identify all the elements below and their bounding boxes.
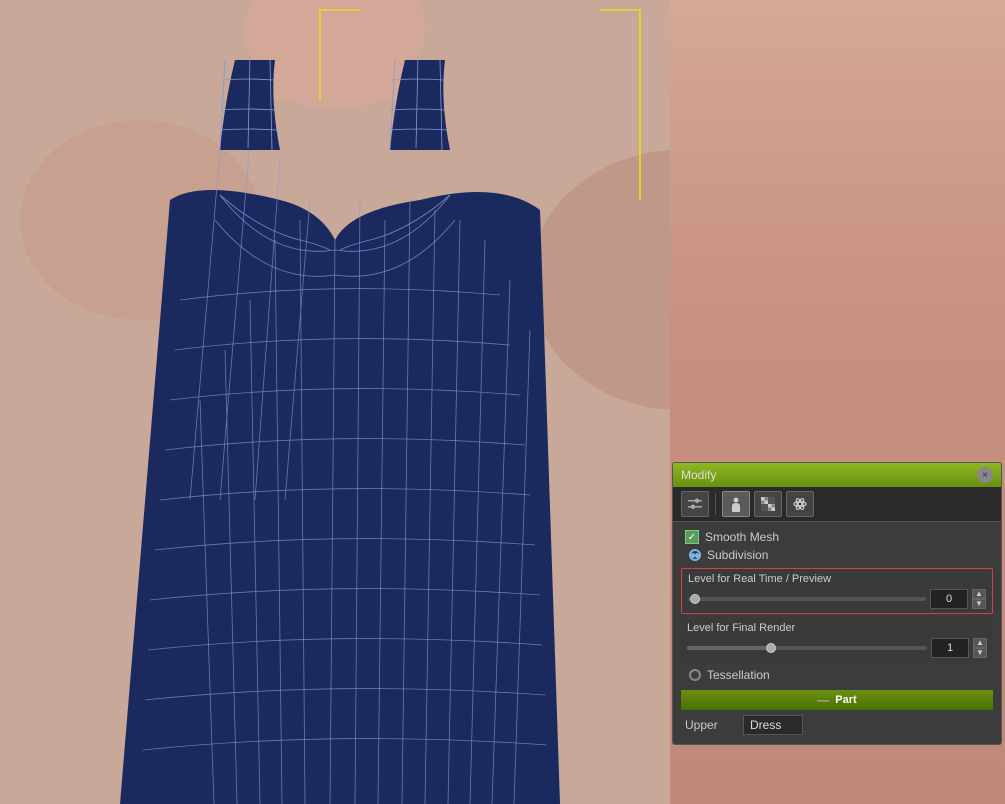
realtime-level-slider-row: 0 ▲ ▼: [688, 589, 986, 609]
toolbar-atom-button[interactable]: [786, 491, 814, 517]
tessellation-radio[interactable]: [689, 669, 701, 681]
final-render-level-value[interactable]: 1: [931, 638, 969, 658]
final-render-level-down[interactable]: ▼: [973, 648, 987, 658]
upper-label: Upper: [685, 718, 735, 732]
upper-value: Dress: [743, 715, 803, 735]
tessellation-label: Tessellation: [707, 668, 770, 682]
toolbar-checkerboard-button[interactable]: [754, 491, 782, 517]
realtime-level-track[interactable]: [688, 597, 926, 601]
smooth-mesh-checkbox[interactable]: ✓: [685, 530, 699, 544]
panel-titlebar: Modify ×: [673, 463, 1001, 487]
toolbar-separator-1: [715, 493, 716, 515]
realtime-level-down[interactable]: ▼: [972, 599, 986, 609]
realtime-level-value[interactable]: 0: [930, 589, 968, 609]
upper-part-row: Upper Dress: [681, 712, 993, 738]
realtime-level-section: Level for Real Time / Preview 0 ▲ ▼: [681, 568, 993, 614]
tessellation-row: Tessellation: [681, 666, 993, 684]
final-render-level-up[interactable]: ▲: [973, 638, 987, 648]
final-render-level-thumb[interactable]: [766, 643, 776, 653]
subdivision-row: Subdivision: [681, 546, 993, 564]
toolbar-adjust-button[interactable]: [681, 491, 709, 517]
final-render-level-slider-row: 1 ▲ ▼: [687, 638, 987, 658]
realtime-level-up[interactable]: ▲: [972, 589, 986, 599]
final-render-level-track[interactable]: [687, 646, 927, 650]
panel-title: Modify: [681, 468, 716, 482]
modify-panel: Modify ×: [672, 462, 1002, 745]
realtime-level-label: Level for Real Time / Preview: [688, 573, 986, 585]
realtime-level-thumb[interactable]: [690, 594, 700, 604]
smooth-mesh-row: ✓ Smooth Mesh: [681, 528, 993, 546]
part-section-divider: — Part: [681, 690, 993, 710]
final-render-level-section: Level for Final Render 1 ▲ ▼: [681, 618, 993, 662]
final-render-level-spinner: ▲ ▼: [973, 638, 987, 658]
panel-toolbar: [673, 487, 1001, 522]
close-button[interactable]: ×: [977, 467, 993, 483]
subdivision-radio[interactable]: [689, 549, 701, 561]
final-render-level-label: Level for Final Render: [687, 622, 987, 634]
mesh-display: [0, 0, 670, 804]
realtime-level-spinner: ▲ ▼: [972, 589, 986, 609]
toolbar-figure-button[interactable]: [722, 491, 750, 517]
smooth-mesh-label: Smooth Mesh: [705, 530, 779, 544]
subdivision-label: Subdivision: [707, 548, 768, 562]
panel-content: ✓ Smooth Mesh Subdivision Level for Real…: [673, 522, 1001, 744]
part-section-label: Part: [835, 694, 856, 706]
